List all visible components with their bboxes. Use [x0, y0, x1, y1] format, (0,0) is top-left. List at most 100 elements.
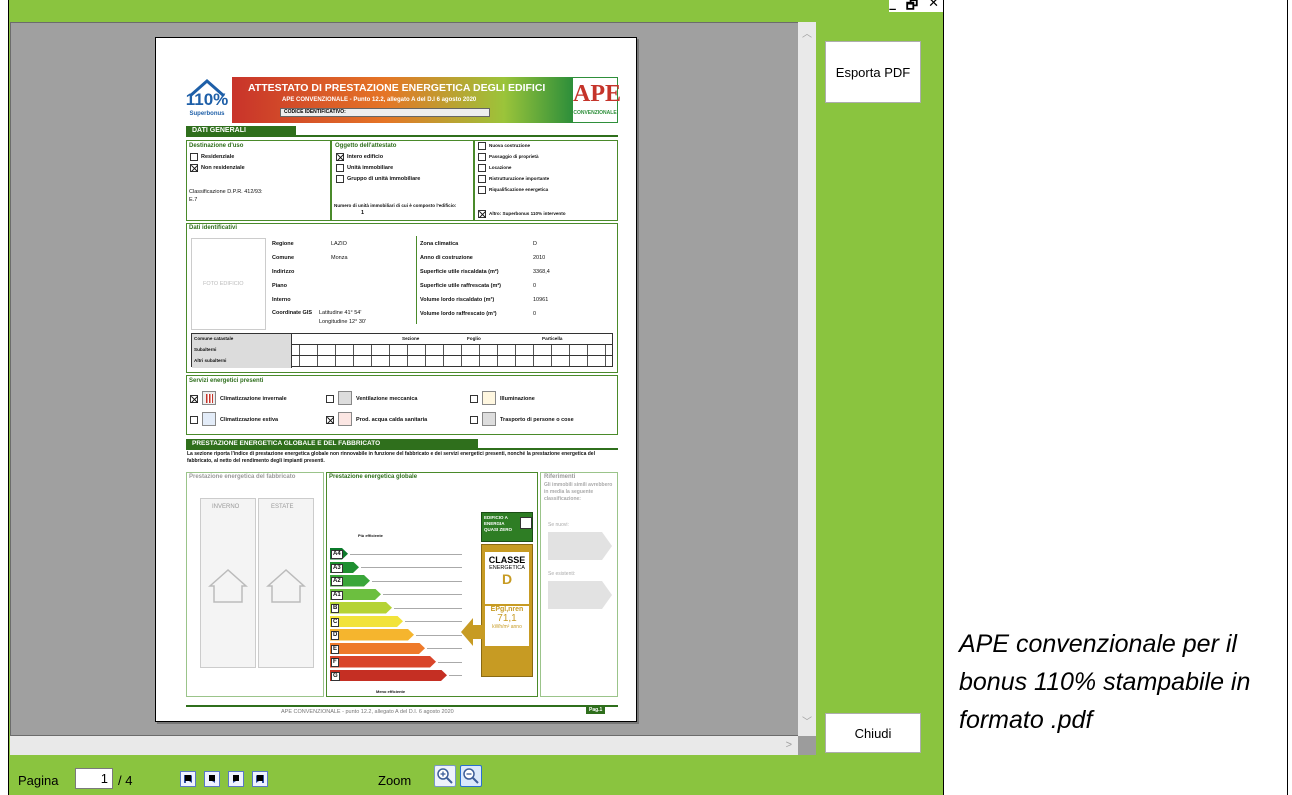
prev-page-icon[interactable] [204, 771, 220, 787]
checkbox-whole-building[interactable] [336, 153, 344, 161]
house-summer-icon [266, 568, 306, 603]
cooled-vol-value: 0 [533, 311, 537, 317]
page-input[interactable]: 1 [75, 768, 113, 789]
label-reason-4: Ristrutturazione importante [489, 176, 550, 181]
checkbox-transport[interactable] [470, 416, 478, 424]
label-whole-building: Intero edificio [347, 154, 384, 160]
ident-divider [416, 236, 417, 324]
class-bar-leader [438, 661, 462, 663]
zoom-out-icon[interactable] [460, 765, 482, 787]
window-top-strip [9, 0, 944, 22]
class-scale: A4 A3 A2 A1 B C D E F G [330, 548, 470, 684]
vertical-scrollbar[interactable]: ︿ ﹀ [798, 22, 816, 736]
zoom-label: Zoom [378, 773, 412, 788]
ep-white: EPgl,nren 71,1 kWh/m² anno [485, 606, 529, 646]
checkbox-cooling[interactable] [190, 416, 198, 424]
checkbox-lighting[interactable] [470, 395, 478, 403]
checkbox-residential[interactable] [190, 153, 198, 161]
last-page-icon[interactable] [252, 771, 268, 787]
cad-row-subalterni: Subalterni [194, 347, 217, 352]
cad-col-comune: Comune catastale [194, 336, 234, 341]
cooled-area-value: 0 [533, 283, 537, 289]
longitude: Longitudine 12° 30' [319, 319, 366, 325]
checkbox-hot-water[interactable] [326, 416, 334, 424]
cad-col-sezione: Sezione [402, 336, 420, 341]
page-total: / 4 [118, 773, 133, 788]
window-controls: _ 🗗 ✕ [889, 0, 943, 13]
document-viewport[interactable]: 110% Superbonus ATTESTATO DI PRESTAZIONE… [10, 22, 799, 736]
checkbox-reason-1[interactable] [478, 142, 486, 150]
superbonus-logo: 110% Superbonus [184, 78, 230, 122]
scroll-down-icon[interactable]: ﹀ [798, 714, 816, 732]
checkbox-reason-6[interactable] [478, 210, 486, 218]
divider [186, 135, 618, 137]
checkbox-reason-5[interactable] [478, 186, 486, 194]
label-lighting: Illuminazione [500, 396, 535, 402]
checkbox-nzeb[interactable] [520, 517, 532, 529]
label-residential: Residenziale [201, 154, 235, 160]
section-general-header: DATI GENERALI [186, 126, 296, 135]
zoom-in-icon[interactable] [434, 765, 456, 787]
next-page-icon[interactable] [228, 771, 244, 787]
label-transport: Trasporto di persone o cose [500, 417, 574, 423]
caption-text: APE convenzionale per il bonus 110% stam… [959, 630, 1251, 734]
class-bar-label: F [331, 658, 339, 667]
ref-existing-arrow-icon [548, 581, 612, 609]
class-value: D [501, 571, 513, 587]
checkbox-unit[interactable] [336, 164, 344, 172]
checkbox-ventilation[interactable] [326, 395, 334, 403]
class-bar-a1: A1 [330, 588, 381, 600]
year-value: 2010 [533, 255, 546, 261]
comune-value: Monza [331, 255, 348, 261]
cadastral-table: Comune catastale Sezione Foglio Particel… [191, 333, 613, 368]
global-title: Prestazione energetica globale [329, 474, 418, 480]
classification-label: Classificazione D.P.R. 412/93: [189, 189, 263, 195]
comune-label: Comune [272, 255, 294, 261]
export-pdf-button[interactable]: Esporta PDF [825, 41, 921, 103]
class-bar-a3: A3 [330, 561, 359, 573]
label-reason-6: Altro: Superbonus 110% intervento [489, 211, 566, 216]
more-efficient-label: Più efficiente [358, 533, 383, 538]
logo-110: 110% [185, 90, 229, 109]
class-bar-label: C [331, 617, 340, 627]
checkbox-unit-group[interactable] [336, 175, 344, 183]
checkbox-reason-2[interactable] [478, 153, 486, 161]
ref-new: Se nuovi: [548, 522, 569, 528]
class-bar-b: B [330, 602, 392, 614]
ape-logo: APE CONVENZIONALE [572, 77, 621, 123]
scrollbar-corner [798, 736, 816, 755]
section-perf-header: PRESTAZIONE ENERGETICA GLOBALE E DEL FAB… [186, 439, 478, 448]
ident-title: Dati identificativi [189, 225, 238, 231]
scroll-right-icon[interactable]: > [786, 736, 792, 755]
checkbox-heating[interactable] [190, 395, 198, 403]
class-bar-a4: A4 [330, 548, 348, 560]
class-bar-leader [350, 553, 462, 555]
footer-text: APE CONVENZIONALE - punto 12.2, allegato… [281, 709, 454, 715]
checkbox-reason-3[interactable] [478, 164, 486, 172]
label-reason-3: Locazione [489, 165, 512, 170]
checkbox-reason-4[interactable] [478, 175, 486, 183]
first-page-icon[interactable] [180, 771, 196, 787]
page-label: Pagina [18, 773, 59, 788]
minimize-icon[interactable]: _ [889, 0, 896, 12]
services-box [186, 375, 618, 435]
interno-label: Interno [272, 297, 291, 303]
close-button[interactable]: Chiudi [825, 713, 921, 753]
checkbox-nonresidential[interactable] [190, 164, 198, 172]
less-efficient-label: Meno efficiente [376, 689, 406, 694]
lighting-icon [482, 391, 496, 405]
region-value: LAZIO [331, 241, 347, 247]
footer-line [186, 705, 618, 707]
coord-label: Coordinate GIS [272, 310, 313, 316]
class-bar-label: D [331, 631, 340, 640]
winter-label: INVERNO [212, 504, 240, 510]
class-bar-leader [405, 621, 462, 623]
horizontal-scrollbar[interactable]: > [10, 736, 798, 755]
zone-value: D [533, 241, 537, 247]
label-reason-5: Riqualificazione energetica [489, 187, 549, 192]
scroll-up-icon[interactable]: ︿ [798, 26, 816, 44]
restore-icon[interactable]: 🗗 [906, 0, 918, 13]
close-window-icon[interactable]: ✕ [928, 0, 939, 12]
class-bar-label: E [331, 644, 340, 654]
class-bar-leader [449, 675, 462, 677]
